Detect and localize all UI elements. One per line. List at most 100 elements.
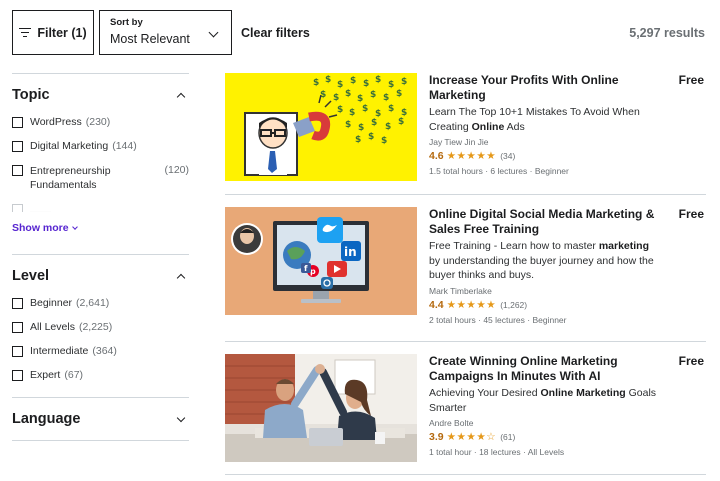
marketing-magnet-illustration: $ $ $ $ $ $ $ $ $ $ $ $ $ $ $ $ $ $ $ $ $ $ $ $ $ $ $ $ $ xyxy=(225,73,417,181)
divider xyxy=(225,194,706,195)
svg-text:$: $ xyxy=(313,78,319,88)
course-title[interactable]: Create Winning Online Marketing Campaign… xyxy=(429,354,659,384)
checkbox[interactable] xyxy=(12,117,23,128)
svg-text:$: $ xyxy=(337,105,343,115)
chevron-up-icon xyxy=(176,273,186,282)
course-author: Mark Timberlake xyxy=(429,285,492,296)
course-title[interactable]: Increase Your Profits With Online Market… xyxy=(429,73,659,103)
course-description: Free Training - Learn how to master mark… xyxy=(429,240,654,281)
filter-option-beginner[interactable]: Beginner (2,641) xyxy=(12,297,189,309)
filter-option-wordpress[interactable]: WordPress (230) xyxy=(12,116,189,128)
course-meta: 2 total hours · 45 lectures · Beginner xyxy=(429,314,567,325)
filter-option-intermediate[interactable]: Intermediate (364) xyxy=(12,345,189,357)
checkbox[interactable] xyxy=(12,165,23,176)
divider xyxy=(12,440,189,441)
sort-label: Sort by xyxy=(110,17,143,28)
divider xyxy=(225,341,706,342)
filter-button-label: Filter (1) xyxy=(37,25,87,40)
clear-filters-button[interactable]: Clear filters xyxy=(241,26,310,40)
svg-text:$: $ xyxy=(371,118,377,128)
filter-option-entrepreneurship[interactable]: Entrepreneurship Fundamentals (120) xyxy=(12,164,189,192)
svg-text:$: $ xyxy=(358,123,364,133)
svg-text:$: $ xyxy=(368,132,374,142)
section-title: Level xyxy=(12,268,50,284)
course-card[interactable]: Create Winning Online Marketing Campaign… xyxy=(225,354,706,466)
section-title: Topic xyxy=(12,87,50,103)
star-rating-icon: ★★★★★ xyxy=(446,150,497,162)
svg-text:$: $ xyxy=(345,120,351,130)
course-price: Free xyxy=(678,207,704,221)
checkbox[interactable] xyxy=(12,322,23,333)
svg-text:$: $ xyxy=(350,76,356,86)
star-rating-icon: ★★★★☆ xyxy=(446,431,497,443)
checkbox[interactable] xyxy=(12,141,23,152)
filter-option-digital-marketing[interactable]: Digital Marketing (144) xyxy=(12,140,189,152)
course-info: Create Winning Online Marketing Campaign… xyxy=(429,354,659,457)
show-more-button[interactable]: Show more xyxy=(12,222,78,234)
office-high-five-photo xyxy=(225,354,417,462)
course-description: Achieving Your Desired Online Marketing … xyxy=(429,387,657,414)
course-thumbnail[interactable]: in p f xyxy=(225,207,417,315)
svg-text:in: in xyxy=(344,245,357,259)
filter-option-count: (2,225) xyxy=(78,321,113,333)
svg-text:$: $ xyxy=(381,136,387,146)
faded-filter-option: —— xyxy=(12,204,189,212)
filter-sidebar: Topic WordPress (230) Digital Marketing … xyxy=(12,73,189,441)
svg-text:$: $ xyxy=(357,94,363,104)
course-card[interactable]: $ $ $ $ $ $ $ $ $ $ $ $ $ $ $ $ $ $ $ $ $ $ $ $ $ $ $ $ $ Increa… xyxy=(225,73,706,185)
filter-option-label: Expert xyxy=(30,369,61,381)
rating-count: (61) xyxy=(500,432,516,442)
course-description: Learn The Top 10+1 Mistakes To Avoid Whe… xyxy=(429,106,640,133)
filter-option-count: (364) xyxy=(92,345,117,357)
filter-option-count: (144) xyxy=(112,140,137,152)
results-count: 5,297 results xyxy=(629,26,705,40)
svg-text:$: $ xyxy=(337,80,343,90)
language-section-header[interactable]: Language xyxy=(12,398,189,440)
star-rating-icon: ★★★★★ xyxy=(446,298,497,311)
course-price: Free xyxy=(678,354,704,368)
sort-select[interactable]: Sort by Most Relevant xyxy=(99,10,232,55)
course-rating: 4.6 ★★★★★ (34) xyxy=(429,150,659,162)
course-thumbnail[interactable] xyxy=(225,354,417,462)
rating-value: 3.9 xyxy=(429,431,444,443)
svg-text:$: $ xyxy=(401,77,407,87)
svg-text:$: $ xyxy=(345,89,351,99)
filter-option-count: (120) xyxy=(164,164,189,176)
show-more-label: Show more xyxy=(12,222,69,234)
checkbox[interactable] xyxy=(12,346,23,357)
social-media-illustration: in p f xyxy=(225,207,417,315)
svg-text:$: $ xyxy=(349,108,355,118)
svg-text:$: $ xyxy=(385,122,391,132)
chevron-down-icon xyxy=(176,413,186,422)
checkbox[interactable] xyxy=(12,370,23,381)
section-title: Language xyxy=(12,411,81,427)
filter-option-count: (230) xyxy=(85,116,111,128)
filter-option-label: Intermediate xyxy=(30,345,89,357)
rating-value: 4.4 xyxy=(429,298,444,311)
course-card[interactable]: in p f Online Digital Social Media Marke… xyxy=(225,207,706,325)
course-author: Andre Bolte xyxy=(429,418,474,428)
course-meta: 1.5 total hours · 6 lectures · Beginner xyxy=(429,166,569,176)
svg-text:$: $ xyxy=(383,93,389,103)
course-thumbnail[interactable]: $ $ $ $ $ $ $ $ $ $ $ $ $ $ $ $ $ $ $ $ $ $ $ $ $ $ $ $ $ xyxy=(225,73,417,181)
svg-text:$: $ xyxy=(363,79,369,89)
svg-text:$: $ xyxy=(355,135,361,145)
course-price: Free xyxy=(678,73,704,87)
filter-option-expert[interactable]: Expert (67) xyxy=(12,369,189,381)
level-section-header[interactable]: Level xyxy=(12,255,189,297)
topic-section-header[interactable]: Topic xyxy=(12,74,189,116)
filter-option-all-levels[interactable]: All Levels (2,225) xyxy=(12,321,189,333)
filter-option-count: (67) xyxy=(64,369,84,381)
sort-value: Most Relevant xyxy=(110,32,190,46)
course-title[interactable]: Online Digital Social Media Marketing & … xyxy=(429,207,659,237)
chevron-down-icon xyxy=(71,224,78,230)
course-meta: 1 total hour · 18 lectures · All Levels xyxy=(429,447,565,457)
svg-text:$: $ xyxy=(396,89,402,99)
svg-text:$: $ xyxy=(325,75,331,85)
svg-text:$: $ xyxy=(333,93,339,103)
checkbox[interactable] xyxy=(12,298,23,309)
filter-option-label: Digital Marketing xyxy=(30,140,109,152)
course-info: Online Digital Social Media Marketing & … xyxy=(429,207,659,325)
rating-count: (34) xyxy=(500,151,516,161)
filter-button[interactable]: Filter (1) xyxy=(12,10,94,55)
